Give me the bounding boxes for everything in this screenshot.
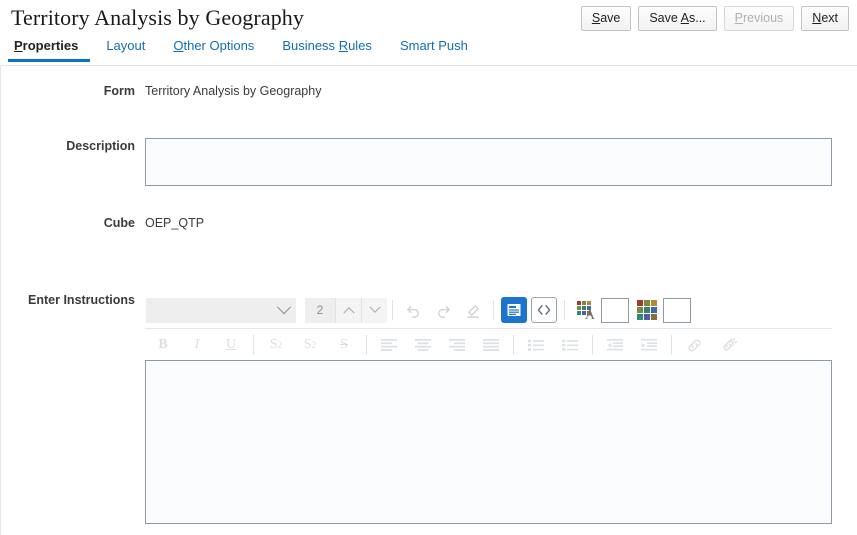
align-justify-icon[interactable] bbox=[477, 333, 505, 357]
toolbar-divider bbox=[513, 335, 514, 355]
instructions-label: Enter Instructions bbox=[28, 293, 135, 307]
cube-value: OEP_QTP bbox=[145, 216, 205, 230]
unlink-icon[interactable] bbox=[714, 333, 742, 357]
bold-icon[interactable]: B bbox=[149, 333, 177, 357]
save-button-label: Save bbox=[591, 11, 621, 25]
form-value: Territory Analysis by Geography bbox=[145, 84, 322, 98]
chevron-up-icon bbox=[342, 307, 355, 319]
italic-icon[interactable]: I bbox=[183, 333, 211, 357]
numbered-list-icon[interactable] bbox=[556, 333, 584, 357]
toolbar-divider bbox=[671, 335, 672, 355]
properties-panel: Form Territory Analysis by Geography Des… bbox=[0, 66, 857, 535]
font-color-icon[interactable]: A bbox=[572, 297, 598, 323]
editor-toolbar-row-1: 2 A bbox=[145, 292, 832, 329]
tab-other-options[interactable]: Other Options bbox=[159, 38, 268, 62]
chevron-down-icon bbox=[276, 300, 292, 315]
rich-text-view-icon[interactable] bbox=[501, 297, 527, 323]
next-button-label: Next bbox=[812, 11, 838, 25]
tab-bar: Properties Layout Other Options Business… bbox=[8, 38, 482, 62]
cube-field-row: Cube OEP_QTP bbox=[13, 215, 204, 231]
source-code-icon[interactable] bbox=[531, 297, 557, 323]
font-size-value: 2 bbox=[305, 297, 335, 323]
toolbar-divider bbox=[392, 300, 393, 320]
save-button[interactable]: Save bbox=[580, 6, 632, 31]
font-family-select[interactable] bbox=[146, 297, 296, 323]
toolbar-divider bbox=[493, 300, 494, 320]
bulleted-list-icon[interactable] bbox=[522, 333, 550, 357]
font-color-glyph: A bbox=[574, 299, 596, 323]
superscript-icon[interactable]: S2 bbox=[296, 333, 324, 357]
chevron-down-icon bbox=[368, 301, 381, 313]
toolbar-divider bbox=[564, 300, 565, 320]
tab-smart-push[interactable]: Smart Push bbox=[386, 38, 482, 62]
tab-business-rules[interactable]: Business Rules bbox=[268, 38, 386, 62]
description-field-row: Description bbox=[13, 138, 832, 186]
font-size-increase-button[interactable] bbox=[335, 297, 361, 323]
tab-properties[interactable]: Properties bbox=[8, 38, 92, 62]
link-icon[interactable] bbox=[680, 333, 708, 357]
rich-text-editor: 2 A B I U S 2 S 2 S bbox=[145, 292, 832, 524]
background-color-icon[interactable] bbox=[634, 297, 660, 323]
redo-icon[interactable] bbox=[430, 297, 456, 323]
undo-icon[interactable] bbox=[400, 297, 426, 323]
next-button[interactable]: Next bbox=[801, 6, 849, 31]
background-color-swatch[interactable] bbox=[663, 297, 691, 323]
align-right-icon[interactable] bbox=[443, 333, 471, 357]
action-buttons: Save Save As... Previous Next bbox=[580, 6, 849, 31]
outdent-icon[interactable] bbox=[601, 333, 629, 357]
toolbar-divider bbox=[253, 335, 254, 355]
tab-layout[interactable]: Layout bbox=[92, 38, 159, 62]
form-field-row: Form Territory Analysis by Geography bbox=[13, 83, 322, 99]
toolbar-divider bbox=[366, 335, 367, 355]
strikethrough-icon[interactable]: S bbox=[330, 333, 358, 357]
instructions-field-row: Enter Instructions 2 A B I U S 2 S 2 S bbox=[13, 292, 832, 524]
save-as-button[interactable]: Save As... bbox=[638, 6, 717, 31]
toolbar-divider bbox=[592, 335, 593, 355]
indent-icon[interactable] bbox=[635, 333, 663, 357]
font-size-stepper[interactable]: 2 bbox=[305, 297, 387, 323]
instructions-input[interactable] bbox=[145, 360, 832, 524]
page-header: Territory Analysis by Geography Save Sav… bbox=[0, 0, 857, 66]
description-label: Description bbox=[66, 139, 135, 153]
align-center-icon[interactable] bbox=[409, 333, 437, 357]
format-painter-icon[interactable] bbox=[460, 297, 486, 323]
description-input[interactable] bbox=[145, 138, 832, 186]
font-size-decrease-button[interactable] bbox=[361, 297, 387, 323]
color-palette-grid bbox=[637, 300, 657, 320]
align-left-icon[interactable] bbox=[375, 333, 403, 357]
page-title: Territory Analysis by Geography bbox=[11, 5, 304, 30]
subscript-icon[interactable]: S2 bbox=[262, 333, 290, 357]
previous-button-label: Previous bbox=[734, 11, 784, 25]
form-label: Form bbox=[103, 84, 135, 98]
save-as-button-label: Save As... bbox=[649, 11, 706, 25]
cube-label: Cube bbox=[103, 216, 135, 230]
letter-a-glyph: A bbox=[584, 308, 595, 323]
font-color-swatch[interactable] bbox=[601, 297, 629, 323]
underline-icon[interactable]: U bbox=[217, 333, 245, 357]
editor-toolbar-row-2: B I U S2 S2 S bbox=[145, 329, 832, 360]
previous-button[interactable]: Previous bbox=[723, 6, 795, 31]
